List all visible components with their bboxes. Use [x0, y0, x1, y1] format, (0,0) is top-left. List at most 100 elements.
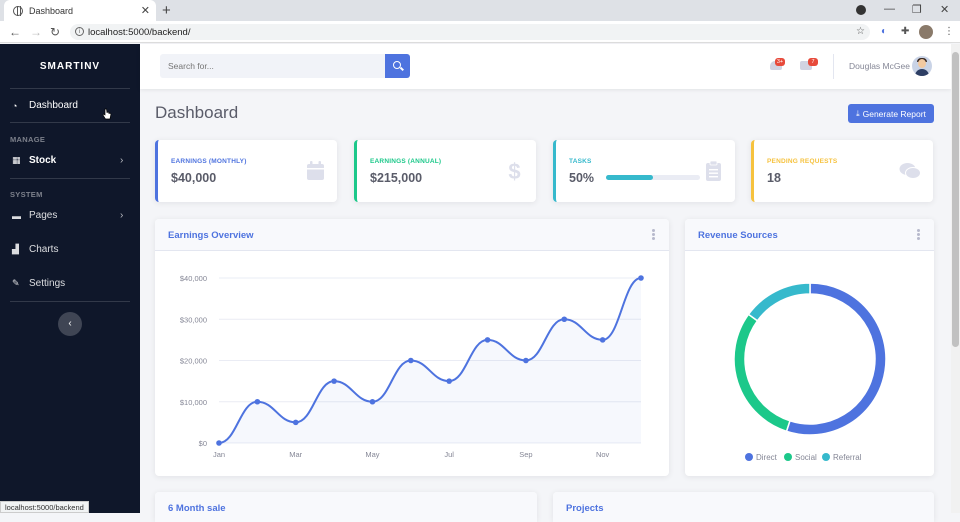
user-avatar[interactable]: [912, 56, 932, 76]
page-scrollbar[interactable]: [951, 44, 960, 513]
stat-card-earnings-monthly: EARNINGS (MONTHLY) $40,000: [155, 140, 337, 202]
topbar: 3+ 7 Douglas McGee: [140, 44, 951, 89]
alerts-badge: 3+: [775, 58, 785, 66]
more-options-icon[interactable]: [917, 229, 920, 240]
extension-icon[interactable]: ◐: [881, 26, 887, 37]
sidebar-divider: [10, 178, 130, 179]
comments-icon: [899, 163, 921, 179]
sidebar-item-stock[interactable]: ▦ Stock: [12, 155, 56, 166]
tachometer-icon: ◔: [12, 100, 18, 111]
page-title: Dashboard: [155, 103, 239, 122]
new-tab-button[interactable]: +: [162, 2, 171, 19]
data-point[interactable]: [292, 419, 299, 426]
sidebar-item-label: Stock: [29, 155, 57, 166]
back-arrow-icon[interactable]: ←: [9, 25, 21, 39]
scrollbar-thumb[interactable]: [952, 52, 959, 347]
maximize-button[interactable]: ❐: [912, 3, 922, 16]
generate-report-button[interactable]: ⤓ Generate Report: [848, 104, 934, 123]
minimize-button[interactable]: —: [884, 3, 895, 15]
download-icon: ⤓: [856, 108, 860, 118]
dollar-icon: $: [508, 161, 520, 181]
projects-card: Projects: [553, 492, 934, 522]
profile-avatar[interactable]: [919, 25, 933, 39]
stat-value: 18: [767, 171, 781, 185]
sidebar-toggle-button[interactable]: ‹: [58, 312, 82, 336]
brand-logo[interactable]: SMARTINV: [0, 61, 140, 72]
x-tick-label: Mar: [289, 450, 302, 459]
x-tick-label: May: [365, 450, 379, 459]
search-icon: [393, 61, 401, 69]
card-title: Earnings Overview: [168, 230, 254, 241]
topbar-divider: [833, 54, 834, 79]
url-field[interactable]: i localhost:5000/backend/: [70, 24, 870, 40]
forward-arrow-icon[interactable]: →: [30, 25, 42, 39]
stat-card-earnings-annual: EARNINGS (ANNUAL) $215,000 $: [354, 140, 536, 202]
more-options-icon[interactable]: [652, 229, 655, 240]
data-point[interactable]: [599, 337, 606, 343]
close-window-button[interactable]: ✕: [940, 3, 949, 16]
data-point[interactable]: [523, 357, 529, 364]
search-button[interactable]: [385, 54, 410, 78]
generate-report-label: Generate Report: [862, 108, 926, 119]
legend-label-social[interactable]: Social: [795, 453, 817, 462]
wrench-icon: ✎: [12, 278, 20, 288]
donut-slice-direct[interactable]: [785, 282, 887, 436]
sidebar-item-label: Settings: [29, 278, 66, 289]
globe-icon: [13, 5, 23, 16]
sidebar-item-charts[interactable]: ▟ Charts: [12, 244, 58, 255]
status-bar-url: localhost:5000/backend: [0, 501, 89, 513]
data-point[interactable]: [446, 378, 452, 384]
search-input[interactable]: [160, 54, 385, 78]
data-point[interactable]: [484, 337, 491, 343]
info-icon[interactable]: i: [75, 27, 84, 36]
browser-tab-bar: Dashboard ✕ + — ❐ ✕: [0, 0, 960, 21]
x-tick-label: Sep: [519, 450, 532, 459]
chevron-right-icon: ›: [120, 210, 124, 221]
menu-dots-icon[interactable]: ⋮: [944, 26, 954, 37]
media-control-icon[interactable]: [856, 5, 866, 15]
data-point[interactable]: [254, 398, 261, 405]
earnings-overview-card: Earnings Overview $0 $10,000 $20,000 $30,00…: [155, 219, 669, 476]
sidebar-item-pages[interactable]: ▬ Pages: [12, 210, 57, 221]
stat-card-pending-requests: PENDING REQUESTS 18: [751, 140, 933, 202]
sidebar-item-settings[interactable]: ✎ Settings: [12, 278, 65, 289]
y-tick-label: $20,000: [180, 357, 207, 366]
revenue-sources-card: Revenue Sources Direct Social Referral: [685, 219, 934, 476]
legend-label-direct[interactable]: Direct: [756, 453, 778, 462]
sidebar-divider: [10, 301, 130, 302]
donut-slice-referral[interactable]: [747, 282, 811, 322]
url-text: localhost:5000/backend/: [88, 26, 191, 38]
user-name[interactable]: Douglas McGee: [849, 61, 910, 71]
sidebar-item-dashboard[interactable]: ◔ Dashboard: [12, 100, 78, 111]
sidebar-divider: [10, 88, 130, 89]
donut-slice-social[interactable]: [733, 313, 791, 433]
folder-icon: ▬: [12, 210, 21, 221]
six-month-sale-card: 6 Month sale: [155, 492, 537, 522]
data-point[interactable]: [408, 357, 414, 364]
sidebar-item-label: Dashboard: [29, 100, 78, 111]
sidebar-heading-system: SYSTEM: [10, 190, 43, 199]
data-point[interactable]: [331, 378, 337, 384]
sidebar: SMARTINV ◔ Dashboard MANAGE ▦ Stock › SY…: [0, 44, 140, 513]
tab-title: Dashboard: [29, 5, 74, 16]
sidebar-item-label: Pages: [29, 210, 58, 221]
legend-dot: [745, 453, 753, 461]
card-title: Projects: [566, 503, 604, 514]
mouse-cursor-icon: [102, 108, 112, 120]
reload-icon[interactable]: ↻: [50, 25, 60, 39]
stat-label: EARNINGS (ANNUAL): [370, 158, 442, 165]
stat-label: TASKS: [569, 158, 592, 165]
bookmark-star-icon[interactable]: ☆: [856, 26, 865, 37]
data-point[interactable]: [638, 275, 644, 281]
browser-tab[interactable]: Dashboard ✕: [4, 0, 156, 21]
data-point[interactable]: [216, 440, 222, 446]
puzzle-icon[interactable]: ✚: [901, 26, 909, 37]
card-title: 6 Month sale: [168, 503, 226, 514]
earnings-area-chart: $0 $10,000 $20,000 $30,000 $40,000 Jan Mar May…: [180, 274, 644, 459]
card-header: 6 Month sale: [155, 492, 537, 522]
legend-label-referral[interactable]: Referral: [833, 453, 862, 462]
close-tab-icon[interactable]: ✕: [141, 4, 150, 17]
data-point[interactable]: [369, 398, 376, 405]
browser-address-bar: ← → ↻ i localhost:5000/backend/ ☆ ◐ ✚ ⋮: [0, 21, 960, 43]
data-point[interactable]: [561, 316, 568, 323]
